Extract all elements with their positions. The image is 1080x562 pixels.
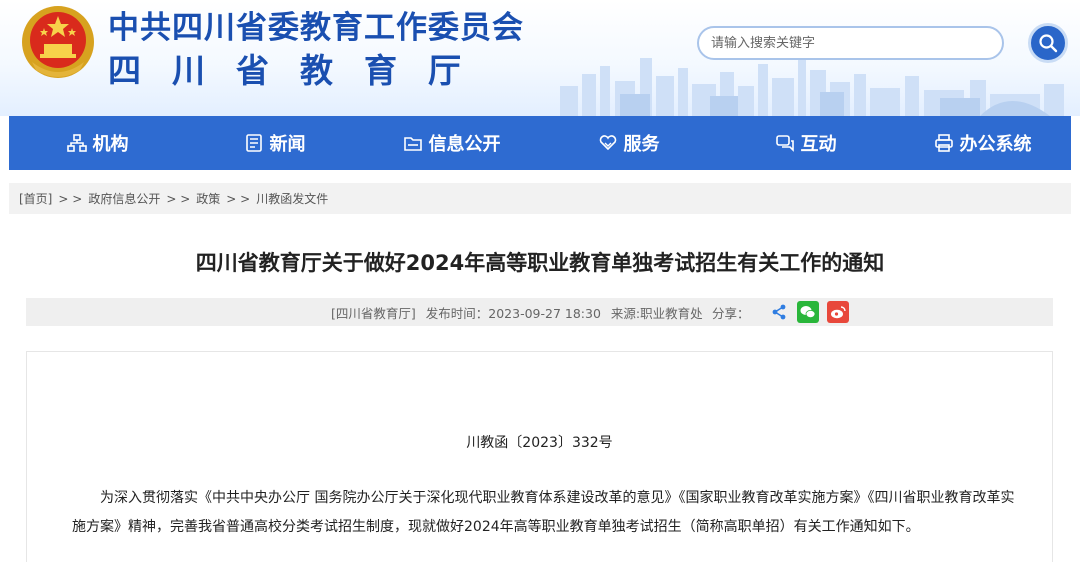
search-button[interactable] [1028, 23, 1068, 63]
org-chart-icon [66, 134, 87, 152]
publisher: [四川省教育厅] [331, 305, 416, 321]
breadcrumb: [首页] > > 政府信息公开 > > 政策 > > 川教函发文件 [9, 183, 1071, 214]
publish-time-label: 发布时间： [425, 305, 489, 321]
folder-icon [403, 137, 422, 151]
search-icon [1039, 34, 1058, 53]
dept-name: 四川省教育厅 [108, 51, 492, 90]
nav-item-service[interactable]: 服务 [540, 130, 717, 156]
nav-item-interact[interactable]: 互动 [717, 130, 894, 156]
heart-hand-icon [599, 135, 616, 151]
breadcrumb-separator: > > [166, 191, 191, 206]
breadcrumb-separator: > > [226, 191, 251, 206]
nav-label: 信息公开 [428, 134, 501, 155]
search-input[interactable] [697, 26, 1004, 60]
wechat-icon [800, 306, 816, 318]
main-nav: 机构 新闻 信息公开 服务 互动 办公系统 [9, 116, 1071, 170]
nav-label: 服务 [623, 134, 660, 155]
weibo-icon [831, 306, 846, 319]
publish-time: 2023-09-27 18:30 [488, 305, 601, 321]
nav-label: 互动 [800, 134, 837, 155]
nav-item-org[interactable]: 机构 [9, 130, 186, 156]
nav-label: 办公系统 [959, 134, 1032, 155]
share-icon[interactable] [768, 301, 790, 323]
chat-icon [775, 135, 794, 152]
article-title: 四川省教育厅关于做好2024年高等职业教育单独考试招生有关工作的通知 [195, 251, 885, 275]
nav-item-office[interactable]: 办公系统 [894, 130, 1071, 156]
national-emblem-icon [22, 6, 94, 78]
article-meta: [四川省教育厅] 发布时间：2023-09-27 18:30 来源:职业教育处 [331, 303, 709, 322]
article-meta-bar: [四川省教育厅] 发布时间：2023-09-27 18:30 来源:职业教育处 … [26, 298, 1053, 326]
breadcrumb-item-info-open[interactable]: 政府信息公开 [88, 190, 160, 207]
article-content: 川教函〔2023〕332号 为深入贯彻落实《中共中央办公厅 国务院办公厅关于深化… [26, 351, 1053, 562]
wechat-share-button[interactable] [797, 301, 819, 323]
org-name: 中共四川省委教育工作委员会 [108, 10, 524, 46]
share-nodes-icon [772, 304, 786, 320]
breadcrumb-home[interactable]: [首页] [19, 190, 52, 207]
breadcrumb-separator: > > [58, 191, 83, 206]
nav-label: 新闻 [269, 134, 306, 155]
nav-item-news[interactable]: 新闻 [186, 130, 363, 156]
site-header: 中共四川省委教育工作委员会 四川省教育厅 [0, 0, 1080, 116]
nav-label: 机构 [92, 134, 129, 155]
article-source: 来源:职业教育处 [610, 305, 703, 321]
article-paragraph: 为深入贯彻落实《中共中央办公厅 国务院办公厅关于深化现代职业教育体系建设改革的意… [72, 490, 1015, 535]
newspaper-icon [245, 134, 262, 152]
document-number: 川教函〔2023〕332号 [466, 435, 613, 451]
share-label: 分享： [712, 305, 750, 321]
printer-icon [934, 134, 953, 152]
weibo-share-button[interactable] [827, 301, 849, 323]
breadcrumb-item-policy[interactable]: 政策 [196, 190, 220, 207]
nav-item-info-open[interactable]: 信息公开 [363, 130, 540, 156]
breadcrumb-item-doc-category[interactable]: 川教函发文件 [256, 190, 328, 207]
